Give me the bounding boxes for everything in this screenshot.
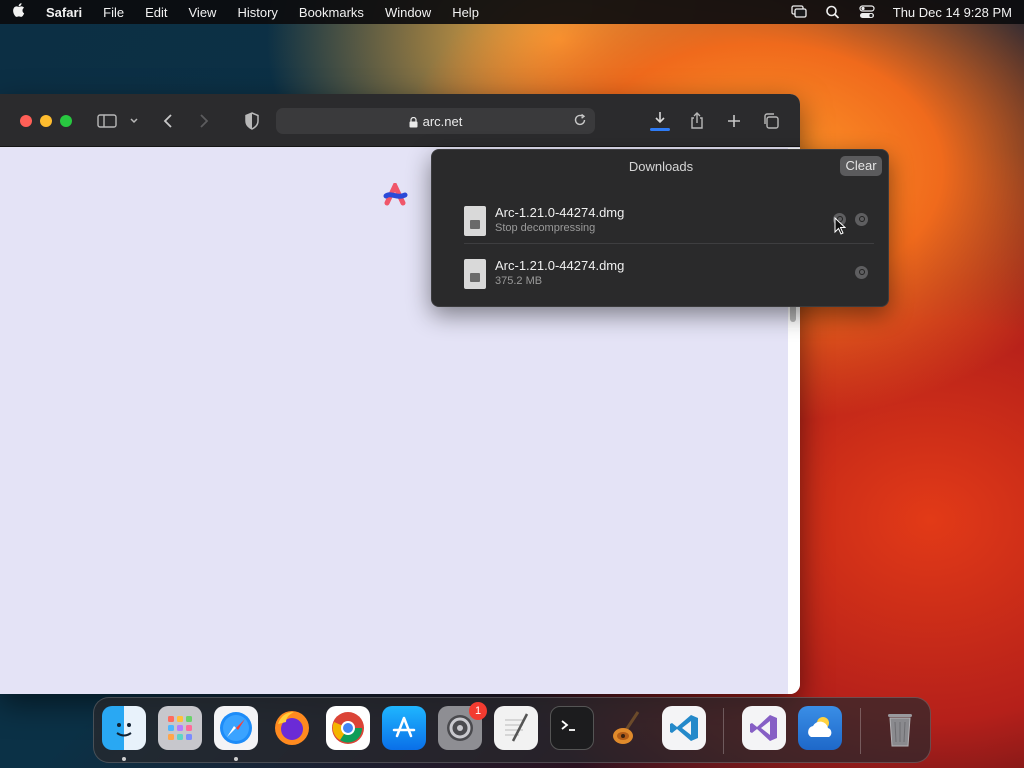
arc-logo-icon: [383, 180, 411, 212]
close-button[interactable]: [20, 115, 32, 127]
system-settings-icon[interactable]: 1: [438, 702, 487, 750]
terminal-icon[interactable]: [550, 706, 594, 750]
zoom-button[interactable]: [60, 115, 72, 127]
minimize-button[interactable]: [40, 115, 52, 127]
menu-view[interactable]: View: [189, 5, 217, 20]
finder-running-indicator: [122, 757, 126, 761]
spotlight-search-icon[interactable]: [825, 5, 841, 19]
shield-icon[interactable]: [240, 109, 264, 133]
visual-studio-icon[interactable]: [742, 706, 786, 750]
downloads-popover: Downloads Clear Arc-1.21.0-44274.dmg Sto…: [431, 149, 889, 307]
app-store-icon[interactable]: [382, 706, 426, 750]
dock: 1: [93, 697, 931, 763]
safari-running-indicator: [234, 757, 238, 761]
dmg-file-icon: [464, 206, 486, 236]
safari-dock-icon[interactable]: [214, 706, 258, 750]
new-tab-icon[interactable]: [722, 109, 746, 133]
launchpad-icon[interactable]: [158, 706, 202, 750]
menu-bookmarks[interactable]: Bookmarks: [299, 5, 364, 20]
menu-history[interactable]: History: [237, 5, 277, 20]
mouse-pointer-icon: [834, 216, 847, 235]
menu-datetime[interactable]: Thu Dec 14 9:28 PM: [893, 5, 1012, 20]
menu-file[interactable]: File: [103, 5, 124, 20]
textedit-icon[interactable]: [494, 706, 538, 750]
vscode-icon[interactable]: [662, 706, 706, 750]
firefox-icon[interactable]: [270, 706, 314, 750]
download-file-name: Arc-1.21.0-44274.dmg: [495, 258, 625, 273]
url-text: arc.net: [422, 113, 463, 129]
download-icon[interactable]: [648, 109, 672, 133]
apple-menu-icon[interactable]: [12, 2, 26, 22]
address-bar[interactable]: arc.net: [276, 108, 595, 134]
downloads-title: Downloads: [628, 159, 694, 174]
finder-icon[interactable]: [102, 706, 146, 750]
clear-downloads-button[interactable]: Clear: [840, 156, 882, 176]
back-icon[interactable]: [156, 109, 180, 133]
chrome-icon[interactable]: [326, 706, 370, 750]
download-status: Stop decompressing: [495, 222, 596, 234]
chevron-down-icon[interactable]: [124, 109, 144, 133]
share-icon[interactable]: [685, 109, 709, 133]
tab-overview-icon[interactable]: [759, 109, 783, 133]
control-center-icon[interactable]: [859, 5, 875, 19]
reveal-in-finder-icon[interactable]: [855, 266, 868, 279]
menu-window[interactable]: Window: [385, 5, 431, 20]
lock-icon: [409, 116, 418, 128]
weather-icon[interactable]: [798, 706, 842, 750]
menu-edit[interactable]: Edit: [145, 5, 167, 20]
garageband-icon[interactable]: [606, 706, 650, 750]
safari-toolbar: arc.net: [0, 94, 800, 147]
download-size: 375.2 MB: [495, 275, 543, 287]
download-item[interactable]: Arc-1.21.0-44274.dmg 375.2 MB: [432, 254, 890, 302]
download-file-name: Arc-1.21.0-44274.dmg: [495, 205, 625, 220]
menu-app-name[interactable]: Safari: [46, 5, 82, 20]
menu-bar: Safari File Edit View History Bookmarks …: [0, 0, 1024, 24]
reload-icon[interactable]: [573, 113, 587, 130]
settings-notification-badge: 1: [469, 702, 487, 720]
trash-icon[interactable]: [878, 706, 922, 750]
dmg-file-icon: [464, 259, 486, 289]
screen-mirroring-icon[interactable]: [791, 5, 807, 19]
download-progress-bar: [650, 128, 670, 131]
forward-icon[interactable]: [192, 109, 216, 133]
sidebar-icon[interactable]: [95, 109, 119, 133]
download-separator: [464, 243, 874, 244]
dock-separator: [860, 708, 861, 754]
download-item[interactable]: Arc-1.21.0-44274.dmg Stop decompressing: [432, 201, 890, 249]
menu-help[interactable]: Help: [452, 5, 479, 20]
dock-separator: [723, 708, 724, 754]
reveal-in-finder-icon[interactable]: [855, 213, 868, 226]
